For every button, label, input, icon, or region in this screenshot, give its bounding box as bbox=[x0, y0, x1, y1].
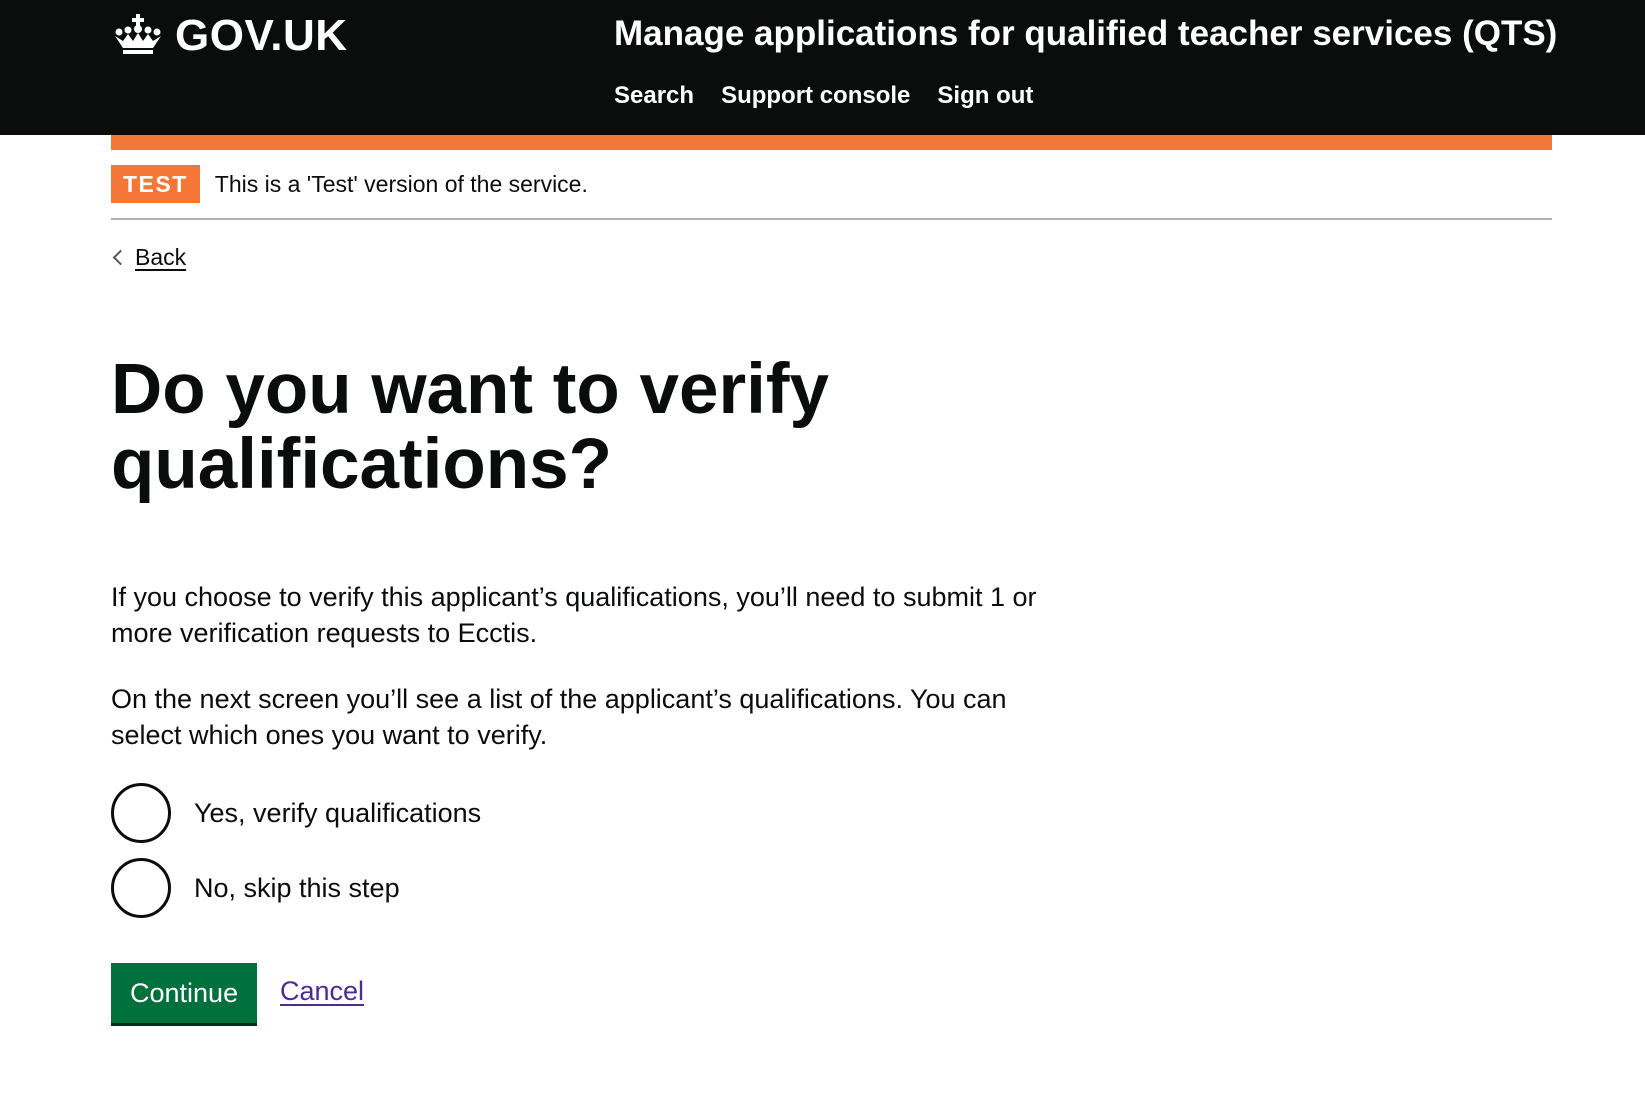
back-link[interactable]: Back bbox=[111, 244, 186, 271]
site-header: GOV.UK Manage applications for qualified… bbox=[0, 0, 1645, 135]
logo-text: GOV.UK bbox=[175, 11, 348, 60]
body-paragraph: On the next screen you’ll see a list of … bbox=[111, 684, 1007, 750]
radio-option-no[interactable]: No, skip this step bbox=[111, 858, 400, 918]
header-accent-bar bbox=[111, 135, 1552, 150]
body-paragraph: If you choose to verify this applicant’s… bbox=[111, 582, 1037, 648]
phase-banner-text: This is a 'Test' version of the service. bbox=[214, 170, 588, 197]
nav-search-link[interactable]: Search bbox=[614, 82, 694, 110]
nav-sign-out-link[interactable]: Sign out bbox=[937, 82, 1033, 110]
phase-banner: TEST This is a 'Test' version of the ser… bbox=[111, 150, 1552, 220]
phase-tag: TEST bbox=[111, 165, 200, 203]
radio-button-no[interactable] bbox=[111, 858, 171, 918]
service-name[interactable]: Manage applications for qualified teache… bbox=[614, 14, 1557, 54]
radio-label-no[interactable]: No, skip this step bbox=[194, 873, 400, 904]
chevron-left-icon bbox=[112, 249, 129, 266]
nav-support-console-link[interactable]: Support console bbox=[721, 82, 910, 110]
back-link-label: Back bbox=[135, 244, 187, 270]
crown-icon bbox=[111, 12, 175, 61]
cancel-link[interactable]: Cancel bbox=[280, 976, 364, 1007]
radio-option-yes[interactable]: Yes, verify qualifications bbox=[111, 783, 481, 843]
govuk-logo-link[interactable]: GOV.UK bbox=[111, 10, 348, 62]
header-navigation: Search Support console Sign out bbox=[614, 82, 1033, 110]
radio-button-yes[interactable] bbox=[111, 783, 171, 843]
page-heading: Do you want to verify qualifications? bbox=[111, 350, 829, 504]
continue-button[interactable]: Continue bbox=[111, 963, 258, 1023]
radio-label-yes[interactable]: Yes, verify qualifications bbox=[194, 798, 481, 829]
